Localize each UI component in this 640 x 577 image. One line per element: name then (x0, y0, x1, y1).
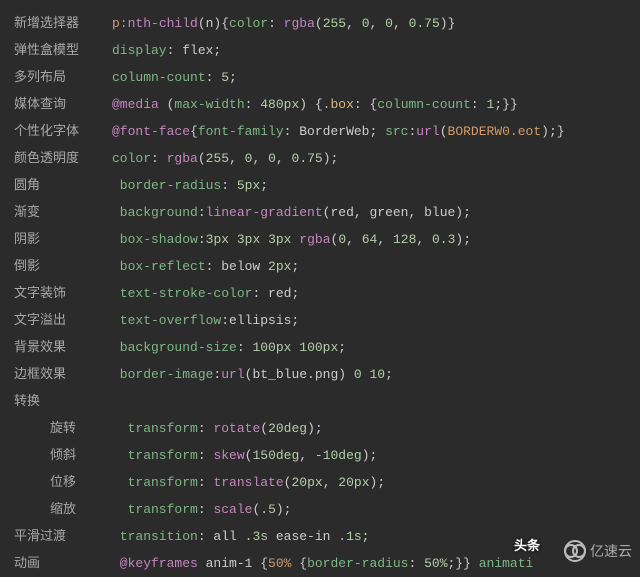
code-line: 文字溢出 text-overflow:ellipsis; (14, 307, 640, 334)
line-code: transform: translate(20px, 20px); (112, 469, 385, 496)
code-line: 旋转 transform: rotate(20deg); (14, 415, 640, 442)
line-code: box-shadow:3px 3px 3px rgba(0, 64, 128, … (112, 226, 471, 253)
line-label: 弹性盒模型 (14, 37, 112, 64)
line-label: 圆角 (14, 172, 112, 199)
line-label: 位移 (14, 469, 112, 496)
code-line: 媒体查询@media (max-width: 480px) {.box: {co… (14, 91, 640, 118)
line-code: border-image:url(bt_blue.png) 0 10; (112, 361, 393, 388)
line-code: color: rgba(255, 0, 0, 0.75); (112, 145, 338, 172)
line-label: 缩放 (14, 496, 112, 523)
line-label: 倒影 (14, 253, 112, 280)
line-label: 颜色透明度 (14, 145, 112, 172)
line-label: 媒体查询 (14, 91, 112, 118)
line-label: 倾斜 (14, 442, 112, 469)
line-label: 个性化字体 (14, 118, 112, 145)
line-code: column-count: 5; (112, 64, 237, 91)
code-line: 弹性盒模型display: flex; (14, 37, 640, 64)
code-line: 动画 @keyframes anim-1 {50% {border-radius… (14, 550, 640, 577)
yisu-watermark-text: 亿速云 (590, 541, 632, 561)
line-code: background-size: 100px 100px; (112, 334, 346, 361)
code-line: 缩放 transform: scale(.5); (14, 496, 640, 523)
line-label: 动画 (14, 550, 112, 577)
code-line: 边框效果 border-image:url(bt_blue.png) 0 10; (14, 361, 640, 388)
code-line: 新增选择器p:nth-child(n){color: rgba(255, 0, … (14, 10, 640, 37)
line-code: @font-face{font-family: BorderWeb; src:u… (112, 118, 565, 145)
line-code: p:nth-child(n){color: rgba(255, 0, 0, 0.… (112, 10, 455, 37)
code-line: 倒影 box-reflect: below 2px; (14, 253, 640, 280)
line-label: 新增选择器 (14, 10, 112, 37)
line-code: display: flex; (112, 37, 221, 64)
code-line: 个性化字体@font-face{font-family: BorderWeb; … (14, 118, 640, 145)
line-label: 旋转 (14, 415, 112, 442)
code-line: 阴影 box-shadow:3px 3px 3px rgba(0, 64, 12… (14, 226, 640, 253)
code-line: 渐变 background:linear-gradient(red, green… (14, 199, 640, 226)
code-block: 新增选择器p:nth-child(n){color: rgba(255, 0, … (0, 0, 640, 577)
code-line: 位移 transform: translate(20px, 20px); (14, 469, 640, 496)
line-code: @keyframes anim-1 {50% {border-radius: 5… (112, 550, 533, 577)
line-code: transform: scale(.5); (112, 496, 291, 523)
line-label: 多列布局 (14, 64, 112, 91)
yisu-logo-icon (564, 540, 586, 562)
code-line: 颜色透明度color: rgba(255, 0, 0, 0.75); (14, 145, 640, 172)
line-code: border-radius: 5px; (112, 172, 268, 199)
line-label: 阴影 (14, 226, 112, 253)
yisu-watermark: 亿速云 (564, 540, 632, 562)
code-line: 多列布局column-count: 5; (14, 64, 640, 91)
line-code: background:linear-gradient(red, green, b… (112, 199, 471, 226)
line-code: transform: rotate(20deg); (112, 415, 323, 442)
toutiao-watermark: 头条 (514, 535, 540, 554)
code-line: 转换 (14, 388, 640, 415)
code-line: 平滑过渡 transition: all .3s ease-in .1s; (14, 523, 640, 550)
code-line: 文字装饰 text-stroke-color: red; (14, 280, 640, 307)
code-line: 圆角 border-radius: 5px; (14, 172, 640, 199)
line-code: text-stroke-color: red; (112, 280, 299, 307)
code-line: 背景效果 background-size: 100px 100px; (14, 334, 640, 361)
line-label: 渐变 (14, 199, 112, 226)
line-code: text-overflow:ellipsis; (112, 307, 299, 334)
line-label: 文字溢出 (14, 307, 112, 334)
line-code: box-reflect: below 2px; (112, 253, 299, 280)
line-code: transition: all .3s ease-in .1s; (112, 523, 369, 550)
code-line: 倾斜 transform: skew(150deg, -10deg); (14, 442, 640, 469)
line-code: @media (max-width: 480px) {.box: {column… (112, 91, 518, 118)
line-label: 边框效果 (14, 361, 112, 388)
line-label: 背景效果 (14, 334, 112, 361)
line-label: 平滑过渡 (14, 523, 112, 550)
line-label: 转换 (14, 388, 112, 415)
line-label: 文字装饰 (14, 280, 112, 307)
line-code: transform: skew(150deg, -10deg); (112, 442, 377, 469)
